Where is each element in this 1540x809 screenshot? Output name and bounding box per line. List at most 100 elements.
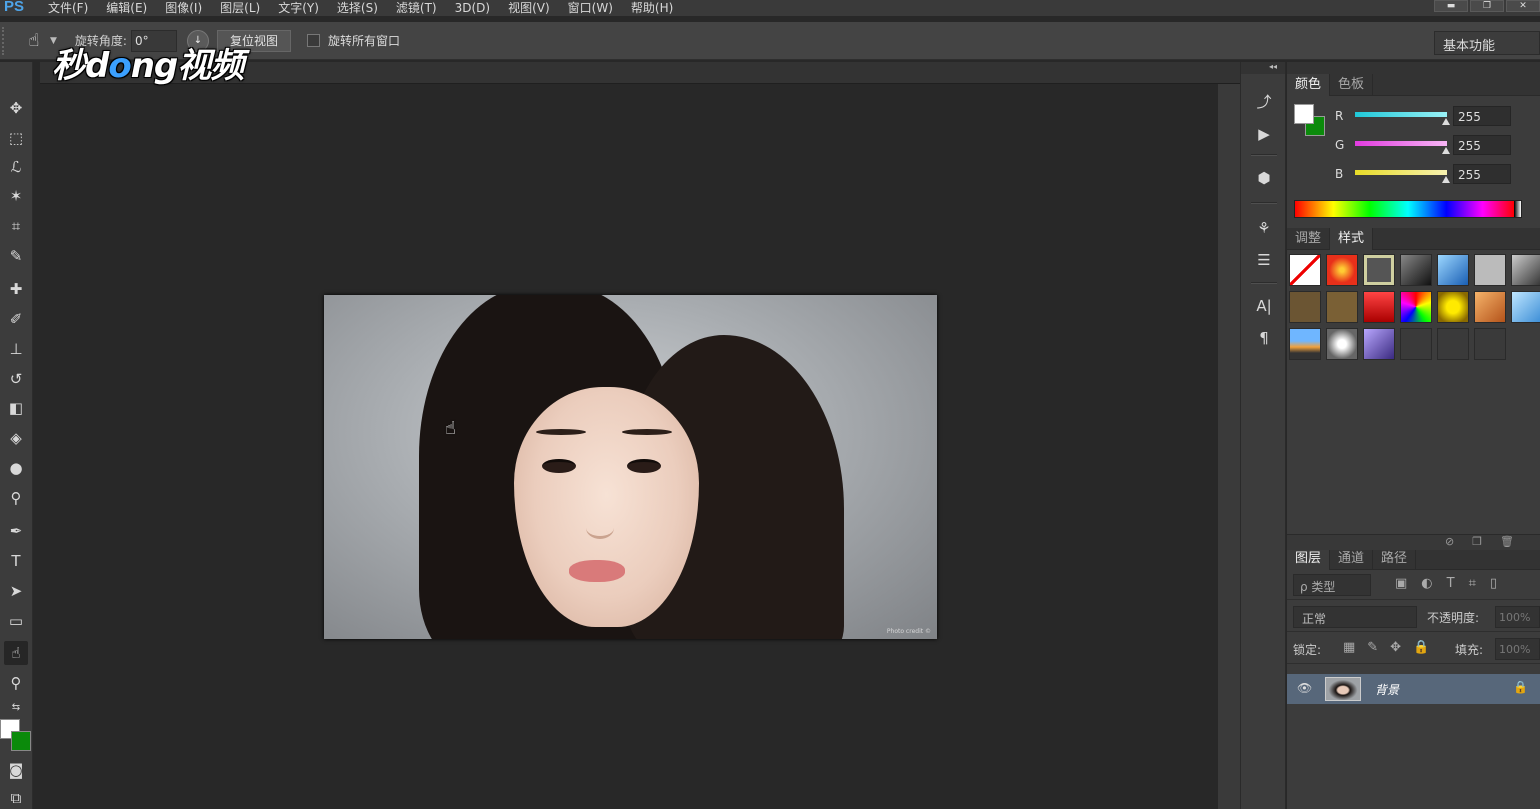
color-spectrum-ramp[interactable] [1294,200,1522,218]
character-icon[interactable]: A| [1252,294,1276,318]
style-swatch[interactable] [1289,291,1321,323]
path-selection-tool-icon[interactable]: ➤ [4,579,28,603]
style-swatch[interactable] [1326,291,1358,323]
rectangle-tool-icon[interactable]: ▭ [4,609,28,633]
channel-value-input-b[interactable]: 255 [1453,164,1511,184]
style-swatch[interactable] [1437,291,1469,323]
channel-slider-b[interactable] [1355,170,1447,175]
history-icon[interactable]: ⤴ [1252,90,1276,114]
eraser-tool-icon[interactable]: ◧ [4,396,28,420]
menu-layer[interactable]: 图层(L) [220,1,260,15]
restore-icon[interactable]: ❐ [1470,0,1504,12]
style-swatch[interactable] [1511,291,1540,323]
layer-filter-icons[interactable]: ▣◐T⌗▯ [1395,576,1511,591]
rotate-view-tool-icon[interactable]: ☝ [4,641,28,665]
tab-channels[interactable]: 通道 [1330,548,1374,570]
style-swatch[interactable] [1474,291,1506,323]
history-brush-tool-icon[interactable]: ↺ [4,367,28,391]
layer-name[interactable]: 背景 [1375,681,1399,698]
tab-swatches[interactable]: 色板 [1330,74,1374,96]
menu-type[interactable]: 文字(Y) [278,1,319,15]
lock-icons[interactable]: ▦✎✥🔒 [1343,640,1441,655]
visibility-eye-icon[interactable]: 👁 [1297,681,1312,695]
menu-file[interactable]: 文件(F) [48,1,88,15]
style-swatch[interactable] [1363,328,1395,360]
tab-color[interactable]: 颜色 [1287,74,1331,96]
style-swatch[interactable] [1400,254,1432,286]
channel-value-input-g[interactable]: 255 [1453,135,1511,155]
menu-3d[interactable]: 3D(D) [455,1,490,15]
move-tool-icon[interactable]: ✥ [4,96,28,120]
vertical-scrollbar[interactable] [1218,84,1240,809]
menu-view[interactable]: 视图(V) [508,1,550,15]
fill-input[interactable]: 100% [1495,638,1540,660]
rotate-view-tool-icon[interactable]: ☝ [20,28,48,54]
collapse-icon[interactable]: ◂◂ [1241,62,1285,74]
styles-footer-icons[interactable]: ⊘❐🗑 [1287,534,1540,550]
paragraph-icon[interactable]: ¶ [1252,326,1276,350]
actions-icon[interactable]: ▶ [1252,122,1276,146]
tool-preset-dropdown-icon[interactable]: ▼ [50,36,57,46]
style-swatch[interactable] [1326,254,1358,286]
minimize-icon[interactable]: ▬ [1434,0,1468,12]
3d-icon[interactable]: ⬢ [1252,166,1276,190]
style-none-swatch[interactable] [1289,254,1321,286]
options-grip[interactable] [2,26,10,55]
style-swatch[interactable] [1437,328,1469,360]
slider-thumb[interactable] [1442,147,1450,154]
rotate-all-windows-checkbox[interactable] [306,34,320,47]
paint-bucket-tool-icon[interactable]: ◈ [4,426,28,450]
tab-layers[interactable]: 图层 [1287,548,1331,570]
pen-tool-icon[interactable]: ✒ [4,519,28,543]
eyedropper-tool-icon[interactable]: ✎ [4,244,28,268]
layer-row[interactable]: 👁 背景 🔒 [1287,674,1540,704]
color-foreground-swatch[interactable] [1294,104,1314,124]
quick-mask-icon[interactable]: ◙ [4,758,28,782]
channel-label: B [1335,167,1344,181]
menu-window[interactable]: 窗口(W) [568,1,613,15]
type-tool-icon[interactable]: T [4,549,28,573]
lasso-tool-icon[interactable]: ℒ [4,155,28,179]
style-swatch[interactable] [1400,291,1432,323]
style-swatch[interactable] [1326,328,1358,360]
style-swatch[interactable] [1289,328,1321,360]
opacity-input[interactable]: 100% [1495,606,1540,628]
style-swatch[interactable] [1437,254,1469,286]
brush-presets-icon[interactable]: ⚘ [1252,216,1276,240]
blur-tool-icon[interactable]: ● [4,456,28,480]
style-swatch[interactable] [1363,254,1395,286]
screen-mode-icon[interactable]: ⧉ [4,786,28,809]
tab-paths[interactable]: 路径 [1373,548,1417,570]
blend-mode-select[interactable]: 正常 [1293,606,1417,628]
workspace-switcher[interactable]: 基本功能 [1434,31,1540,55]
style-swatch[interactable] [1474,254,1506,286]
crop-tool-icon[interactable]: ⌗ [4,214,28,238]
style-swatch[interactable] [1363,291,1395,323]
menu-edit[interactable]: 编辑(E) [106,1,147,15]
zoom-tool-icon[interactable]: ⚲ [4,671,28,695]
background-color-swatch[interactable] [11,731,31,751]
style-swatch[interactable] [1511,254,1540,286]
brush-tool-icon[interactable]: ✐ [4,307,28,331]
menu-filter[interactable]: 滤镜(T) [396,1,437,15]
magic-wand-tool-icon[interactable]: ✶ [4,184,28,208]
channel-slider-g[interactable] [1355,141,1447,146]
slider-thumb[interactable] [1442,118,1450,125]
layer-kind-filter[interactable]: ρ 类型 [1293,574,1371,596]
menu-select[interactable]: 选择(S) [337,1,378,15]
menu-image[interactable]: 图像(I) [165,1,202,15]
dodge-tool-icon[interactable]: ⚲ [4,486,28,510]
style-swatch[interactable] [1400,328,1432,360]
clone-stamp-tool-icon[interactable]: ⊥ [4,337,28,361]
channel-slider-r[interactable] [1355,112,1447,117]
marquee-tool-icon[interactable]: ⬚ [4,126,28,150]
healing-brush-tool-icon[interactable]: ✚ [4,277,28,301]
menu-help[interactable]: 帮助(H) [631,1,673,15]
channel-value-input-r[interactable]: 255 [1453,106,1511,126]
slider-thumb[interactable] [1442,176,1450,183]
swap-colors-icon[interactable]: ⇆ [4,696,28,720]
brush-settings-icon[interactable]: ☰ [1252,248,1276,272]
close-icon[interactable]: ✕ [1506,0,1540,12]
document-image[interactable]: Photo credit © [324,295,937,639]
style-swatch[interactable] [1474,328,1506,360]
